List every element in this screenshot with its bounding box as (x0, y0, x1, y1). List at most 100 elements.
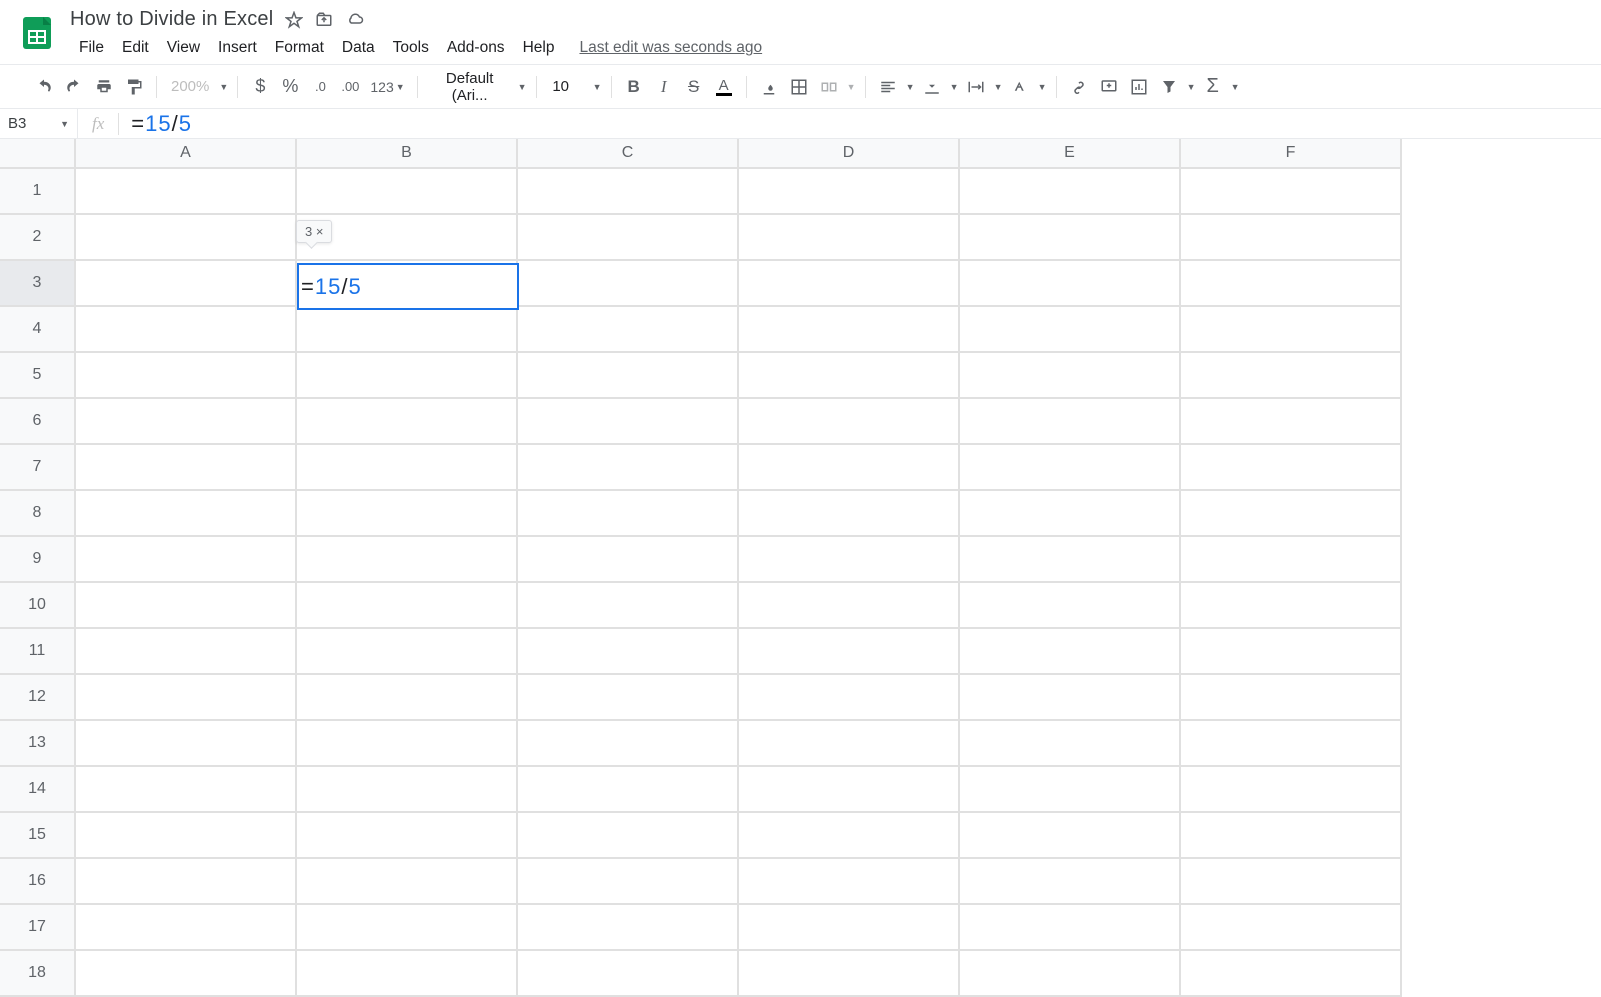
row-header[interactable]: 11 (0, 629, 76, 675)
decrease-decimal-button[interactable]: .0 (306, 73, 334, 101)
undo-icon[interactable] (30, 73, 58, 101)
cell[interactable] (1181, 583, 1402, 629)
row-header[interactable]: 5 (0, 353, 76, 399)
filter-icon[interactable] (1155, 73, 1183, 101)
cell[interactable] (518, 399, 739, 445)
cell[interactable] (297, 675, 518, 721)
cell[interactable] (1181, 491, 1402, 537)
h-align-dropdown-icon[interactable]: ▼ (906, 82, 916, 92)
column-header[interactable]: B (297, 139, 518, 169)
cell[interactable] (960, 859, 1181, 905)
print-icon[interactable] (90, 73, 118, 101)
cell[interactable] (518, 721, 739, 767)
cell[interactable] (297, 859, 518, 905)
cell[interactable] (518, 261, 739, 307)
cell[interactable] (960, 905, 1181, 951)
bold-button[interactable]: B (620, 73, 648, 101)
cell[interactable] (518, 583, 739, 629)
cell[interactable] (1181, 399, 1402, 445)
cell[interactable] (960, 445, 1181, 491)
cell[interactable] (297, 445, 518, 491)
cell[interactable] (739, 721, 960, 767)
cell[interactable] (518, 951, 739, 997)
row-header[interactable]: 16 (0, 859, 76, 905)
cell[interactable] (739, 951, 960, 997)
font-size-dropdown-icon[interactable]: ▼ (593, 82, 603, 92)
cell[interactable] (960, 951, 1181, 997)
cell[interactable] (739, 629, 960, 675)
column-header[interactable]: E (960, 139, 1181, 169)
cell[interactable] (960, 813, 1181, 859)
cell[interactable] (1181, 169, 1402, 215)
column-header[interactable]: D (739, 139, 960, 169)
cell[interactable] (76, 215, 297, 261)
cell[interactable] (518, 537, 739, 583)
last-edit-link[interactable]: Last edit was seconds ago (579, 39, 762, 57)
cell[interactable] (76, 491, 297, 537)
cell[interactable] (739, 215, 960, 261)
menu-help[interactable]: Help (514, 35, 564, 61)
cell[interactable] (739, 813, 960, 859)
namebox-dropdown-icon[interactable]: ▼ (60, 119, 69, 129)
active-cell[interactable]: =15/5 (297, 263, 519, 310)
cell[interactable] (297, 537, 518, 583)
column-header[interactable]: A (76, 139, 297, 169)
row-header[interactable]: 2 (0, 215, 76, 261)
cell[interactable] (518, 859, 739, 905)
cell[interactable] (960, 583, 1181, 629)
cell[interactable] (1181, 951, 1402, 997)
cell[interactable] (739, 583, 960, 629)
row-header[interactable]: 8 (0, 491, 76, 537)
cell[interactable] (739, 261, 960, 307)
cell[interactable] (518, 629, 739, 675)
cell[interactable] (960, 307, 1181, 353)
cell[interactable] (1181, 675, 1402, 721)
menu-format[interactable]: Format (266, 35, 333, 61)
cell[interactable] (297, 399, 518, 445)
menu-addons[interactable]: Add-ons (438, 35, 514, 61)
insert-link-icon[interactable] (1065, 73, 1093, 101)
cell[interactable] (518, 491, 739, 537)
cell[interactable] (297, 767, 518, 813)
cell[interactable] (76, 353, 297, 399)
row-header[interactable]: 6 (0, 399, 76, 445)
cell[interactable] (960, 629, 1181, 675)
cell[interactable] (518, 307, 739, 353)
cell[interactable] (960, 537, 1181, 583)
column-header[interactable]: C (518, 139, 739, 169)
row-header[interactable]: 10 (0, 583, 76, 629)
zoom-dropdown-icon[interactable]: ▼ (219, 82, 229, 92)
menu-data[interactable]: Data (333, 35, 384, 61)
menu-edit[interactable]: Edit (113, 35, 158, 61)
redo-icon[interactable] (60, 73, 88, 101)
cell[interactable] (76, 537, 297, 583)
italic-button[interactable]: I (650, 73, 678, 101)
cell[interactable] (76, 905, 297, 951)
cell[interactable] (518, 675, 739, 721)
cell[interactable] (739, 353, 960, 399)
cell[interactable] (76, 261, 297, 307)
cell[interactable] (518, 445, 739, 491)
cell[interactable] (297, 491, 518, 537)
cell[interactable] (297, 721, 518, 767)
text-color-button[interactable]: A (710, 73, 738, 101)
cell[interactable] (1181, 215, 1402, 261)
cell[interactable] (297, 905, 518, 951)
select-all-corner[interactable] (0, 139, 76, 169)
increase-decimal-button[interactable]: .00 (336, 73, 364, 101)
menu-view[interactable]: View (158, 35, 209, 61)
cell[interactable] (1181, 307, 1402, 353)
cell[interactable] (960, 261, 1181, 307)
cell[interactable] (1181, 721, 1402, 767)
rotation-dropdown-icon[interactable]: ▼ (1038, 82, 1048, 92)
cell[interactable] (739, 169, 960, 215)
cell[interactable] (739, 445, 960, 491)
cell[interactable] (1181, 629, 1402, 675)
row-header[interactable]: 18 (0, 951, 76, 997)
text-wrap-icon[interactable] (962, 73, 990, 101)
cell[interactable] (76, 767, 297, 813)
row-header[interactable]: 12 (0, 675, 76, 721)
cell[interactable] (960, 353, 1181, 399)
cell[interactable] (739, 307, 960, 353)
cell[interactable] (518, 767, 739, 813)
